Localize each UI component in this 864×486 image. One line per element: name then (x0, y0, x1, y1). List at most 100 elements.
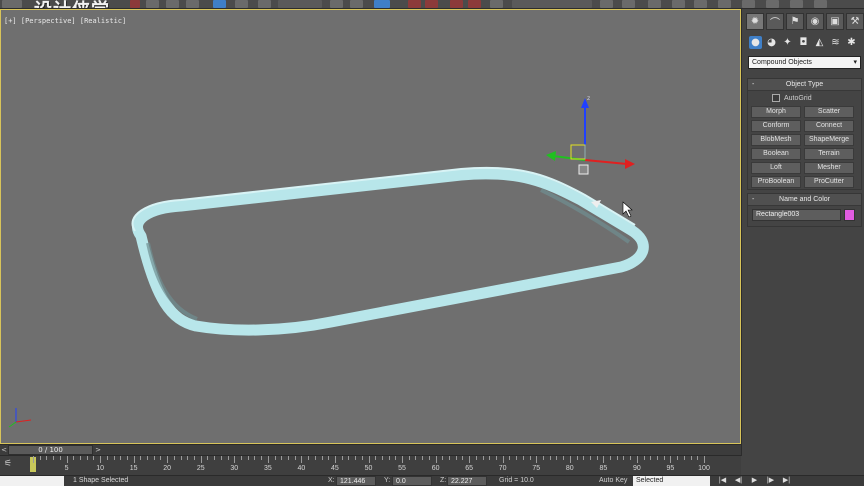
material-editor-icon[interactable] (742, 0, 755, 8)
trackbar-tick (610, 456, 612, 460)
previous-frame-icon[interactable]: ◀| (732, 476, 745, 486)
transform-gizmo[interactable] (546, 98, 635, 175)
trackbar-tick (449, 456, 451, 460)
auto-key-button[interactable]: Auto Key (599, 477, 627, 484)
mirror-icon[interactable] (600, 0, 613, 8)
object-color-swatch[interactable] (844, 209, 855, 221)
object-type-header[interactable]: - Object Type (748, 79, 861, 91)
utilities-tab-icon[interactable]: ⚒ (846, 13, 864, 30)
display-tab-icon[interactable]: ▣ (826, 13, 844, 30)
boolean-button[interactable]: Boolean (751, 148, 801, 160)
rectangle-shape[interactable] (131, 166, 649, 336)
x-coordinate-field[interactable]: 121.446 (336, 476, 376, 486)
scatter-button[interactable]: Scatter (804, 106, 854, 118)
category-dropdown[interactable]: Compound Objects ▾ (748, 56, 861, 69)
trackbar-tick-label: 60 (431, 465, 440, 472)
morph-button[interactable]: Morph (751, 106, 801, 118)
proboolean-button[interactable]: ProBoolean (751, 176, 801, 188)
mini-curve-editor-icon[interactable]: ⚟ (4, 459, 18, 471)
rendered-frame-icon[interactable] (790, 0, 803, 8)
trackbar-tick (267, 456, 269, 463)
snaps-toggle-icon[interactable] (408, 0, 421, 8)
cameras-icon[interactable]: ◘ (797, 36, 810, 49)
helpers-icon[interactable]: ◭ (813, 36, 826, 49)
bind-spacewarp-icon[interactable] (146, 0, 159, 8)
select-object-icon[interactable] (166, 0, 179, 8)
trackbar-tick (697, 456, 699, 460)
trackbar-tick (113, 456, 115, 460)
render-production-icon[interactable] (814, 0, 827, 8)
angle-snap-icon[interactable] (425, 0, 438, 8)
trackbar-tick (308, 456, 310, 460)
shapemerge-button[interactable]: ShapeMerge (804, 134, 854, 146)
trackbar-tick-label: 100 (698, 465, 710, 472)
window-crossing-icon[interactable] (235, 0, 248, 8)
curve-editor-icon[interactable] (694, 0, 707, 8)
graphite-toolbar-icon[interactable] (672, 0, 685, 8)
geometry-icon[interactable]: ● (749, 36, 762, 49)
lights-icon[interactable]: ✦ (781, 36, 794, 49)
command-panel: ✹ ⌒ ⚑ ◉ ▣ ⚒ ● ◕ ✦ ◘ ◭ ≋ ✱ Compound Objec… (741, 9, 864, 456)
go-to-end-icon[interactable]: ▶| (780, 476, 793, 486)
time-prev-button[interactable]: < (0, 445, 8, 455)
z-coordinate-field[interactable]: 22.227 (447, 476, 487, 486)
y-coordinate-field[interactable]: 0.0 (392, 476, 432, 486)
trackbar-tick (66, 456, 68, 463)
modify-tab-icon[interactable]: ⌒ (766, 13, 784, 30)
spinner-snap-icon[interactable] (468, 0, 481, 8)
trackbar-tick (529, 456, 531, 460)
motion-tab-icon[interactable]: ◉ (806, 13, 824, 30)
percent-snap-icon[interactable] (450, 0, 463, 8)
spacewarps-icon[interactable]: ≋ (829, 36, 842, 49)
trackbar-tick-label: 10 (96, 465, 104, 472)
layer-explorer-icon[interactable] (648, 0, 661, 8)
hierarchy-tab-icon[interactable]: ⚑ (786, 13, 804, 30)
reference-coord-dropdown[interactable] (278, 0, 322, 8)
connect-button[interactable]: Connect (804, 120, 854, 132)
terrain-button[interactable]: Terrain (804, 148, 854, 160)
blobmesh-button[interactable]: BlobMesh (751, 134, 801, 146)
shapes-icon[interactable]: ◕ (765, 36, 778, 49)
time-slider-thumb[interactable]: 0 / 100 (8, 445, 93, 455)
keyboard-shortcut-icon[interactable] (374, 0, 390, 8)
select-region-icon[interactable] (213, 0, 226, 8)
go-to-start-icon[interactable]: |◀ (716, 476, 729, 486)
perspective-viewport[interactable]: [+] [Perspective] [Realistic] z (0, 9, 741, 444)
schematic-view-icon[interactable] (718, 0, 731, 8)
time-slider[interactable]: < 0 / 100 > (0, 444, 741, 455)
trackbar-tick (261, 456, 263, 460)
systems-icon[interactable]: ✱ (845, 36, 858, 49)
create-tab-icon[interactable]: ✹ (746, 13, 764, 30)
key-filter-dropdown[interactable]: Selected (633, 476, 710, 486)
pivot-center-icon[interactable] (330, 0, 343, 8)
next-frame-icon[interactable]: |▶ (764, 476, 777, 486)
autogrid-toggle[interactable]: AutoGrid (772, 94, 812, 102)
undo-icon[interactable] (2, 0, 22, 8)
procutter-button[interactable]: ProCutter (804, 176, 854, 188)
world-axis-icon (8, 408, 32, 428)
object-type-rollout: - Object Type AutoGrid Morph Scatter Con… (747, 78, 862, 190)
maxscript-listener[interactable] (0, 476, 64, 486)
align-icon[interactable] (622, 0, 635, 8)
track-bar[interactable]: ⚟ 5 10 15 20 25 30 35 40 45 50 55 60 65 70 75 80 85 90 95 1… (0, 455, 741, 475)
trackbar-tick (616, 456, 618, 460)
render-setup-icon[interactable] (766, 0, 779, 8)
autogrid-checkbox[interactable] (772, 94, 780, 102)
named-selection-icon[interactable] (490, 0, 503, 8)
trackbar-tick (596, 456, 598, 460)
conform-button[interactable]: Conform (751, 120, 801, 132)
time-next-button[interactable]: > (94, 445, 102, 455)
object-name-field[interactable]: Rectangle003 (752, 209, 841, 221)
named-selection-sets-dropdown[interactable] (512, 0, 592, 8)
play-icon[interactable]: ▶ (748, 476, 761, 486)
trackbar-tick (663, 456, 665, 460)
trackbar-tick (241, 456, 242, 460)
unlink-icon[interactable] (130, 0, 140, 8)
loft-button[interactable]: Loft (751, 162, 801, 174)
select-manipulate-icon[interactable] (350, 0, 363, 8)
select-by-name-icon[interactable] (186, 0, 199, 8)
name-and-color-header[interactable]: - Name and Color (748, 194, 861, 206)
select-move-icon[interactable] (258, 0, 271, 8)
mesher-button[interactable]: Mesher (804, 162, 854, 174)
trackbar-tick (576, 456, 578, 460)
